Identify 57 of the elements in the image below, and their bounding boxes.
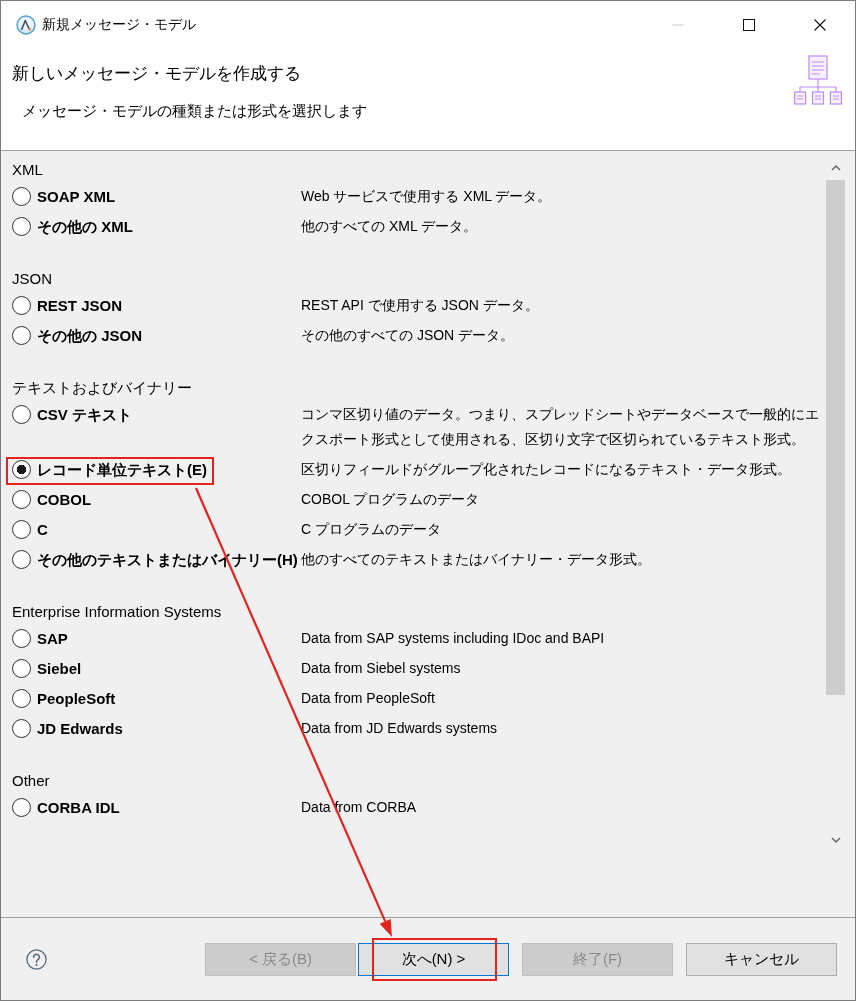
option-description: Data from CORBA: [301, 798, 418, 817]
chevron-up-icon[interactable]: [830, 164, 841, 171]
option-description: C プログラムのデータ: [301, 520, 442, 539]
help-icon[interactable]: [26, 949, 47, 970]
group-heading: Enterprise Information Systems: [12, 602, 223, 622]
radio-button[interactable]: [12, 326, 31, 345]
option-description: COBOL プログラムのデータ: [301, 490, 481, 509]
option-description: コンマ区切り値のデータ。つまり、スプレッドシートやデータベースで一般的にエクスポート形式として使用される、区切り文字で区切られているテキスト形式。: [301, 405, 820, 449]
page-title: 新しいメッセージ・モデルを作成する: [12, 63, 301, 85]
radio-button[interactable]: [12, 659, 31, 678]
group-heading: Other: [12, 771, 51, 791]
group-heading: テキストおよびバイナリー: [12, 378, 193, 398]
option-label[interactable]: CSV テキスト: [37, 402, 132, 427]
radio-button[interactable]: [12, 217, 31, 236]
radio-button[interactable]: [12, 460, 31, 479]
option-label[interactable]: レコード単位テキスト(E): [37, 457, 207, 482]
option-label[interactable]: SAP: [37, 626, 68, 651]
app-icon: [16, 14, 36, 35]
option-label[interactable]: その他の JSON: [37, 323, 142, 348]
option-description: Data from PeopleSoft: [301, 689, 436, 708]
radio-button[interactable]: [12, 629, 31, 648]
hierarchy-icon: [794, 55, 842, 105]
option-description: 他のすべての XML データ。: [301, 217, 479, 236]
scrollbar-thumb[interactable]: [826, 180, 845, 695]
radio-button[interactable]: [12, 719, 31, 738]
option-description: REST API で使用する JSON データ。: [301, 296, 540, 315]
option-label[interactable]: PeopleSoft: [37, 686, 116, 711]
option-label[interactable]: その他の XML: [37, 214, 133, 239]
group-heading: XML: [12, 160, 44, 180]
option-label[interactable]: COBOL: [37, 487, 92, 512]
radio-button[interactable]: [12, 798, 31, 817]
option-description: 区切りフィールドがグループ化されたレコードになるテキスト・データ形式。: [301, 460, 792, 479]
radio-button[interactable]: [12, 490, 31, 509]
radio-button[interactable]: [12, 689, 31, 708]
radio-button[interactable]: [12, 520, 31, 539]
option-description: Web サービスで使用する XML データ。: [301, 187, 553, 206]
radio-button[interactable]: [12, 296, 31, 315]
option-label[interactable]: C: [37, 517, 48, 542]
option-label[interactable]: REST JSON: [37, 293, 123, 318]
page-description: メッセージ・モデルの種類または形式を選択します: [22, 101, 367, 121]
chevron-down-icon[interactable]: [830, 837, 841, 844]
radio-button[interactable]: [12, 550, 31, 569]
option-label[interactable]: SOAP XML: [37, 184, 116, 209]
option-label[interactable]: JD Edwards: [37, 716, 123, 741]
option-description: 他のすべてのテキストまたはバイナリー・データ形式。: [301, 550, 652, 569]
option-description: その他のすべての JSON データ。: [301, 326, 516, 345]
option-description: Data from SAP systems including IDoc and BAPI: [301, 629, 606, 648]
option-label[interactable]: CORBA IDL: [37, 795, 120, 820]
option-description: Data from JD Edwards systems: [301, 719, 499, 738]
radio-button[interactable]: [12, 405, 31, 424]
wizard-button[interactable]: 次へ(N) >: [358, 943, 509, 976]
radio-button[interactable]: [12, 187, 31, 206]
option-description: Data from Siebel systems: [301, 659, 462, 678]
wizard-button[interactable]: キャンセル: [686, 943, 837, 976]
option-label[interactable]: Siebel: [37, 656, 82, 681]
window-title: 新規メッセージ・モデル: [42, 15, 197, 34]
group-heading: JSON: [12, 269, 53, 289]
